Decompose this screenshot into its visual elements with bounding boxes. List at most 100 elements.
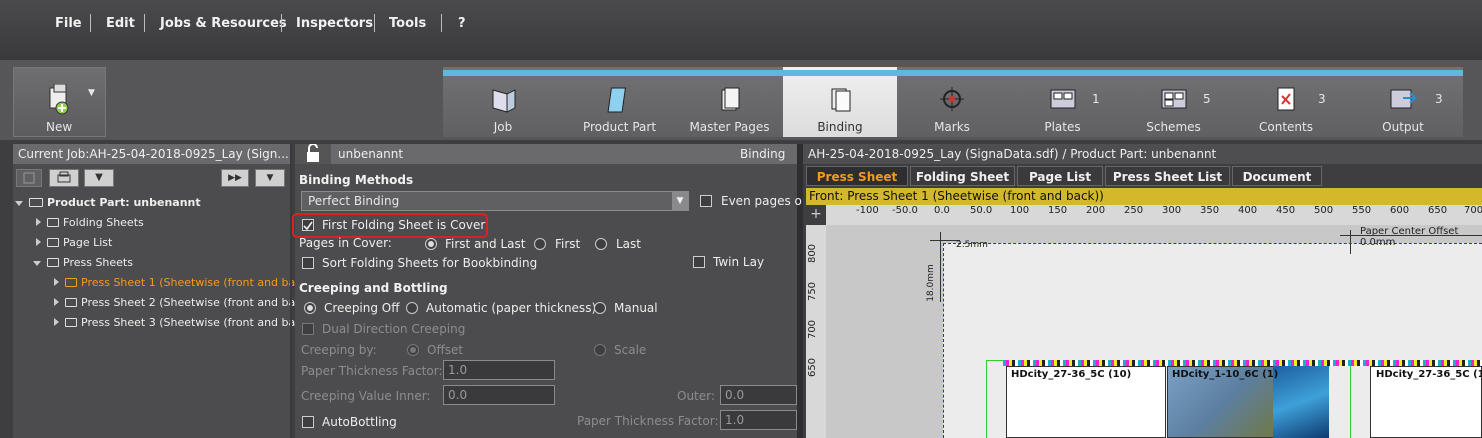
autobottling-checkbox[interactable] <box>302 416 314 428</box>
tree-item-press-sheet-1[interactable]: Press Sheet 1 (Sheetwise (front and back <box>54 276 308 289</box>
expand-icon[interactable] <box>36 238 41 246</box>
menu-edit[interactable]: Edit <box>106 16 135 31</box>
subtab-document[interactable]: Document <box>1232 166 1322 186</box>
last-radio[interactable] <box>595 238 607 250</box>
expand-icon[interactable] <box>15 201 23 206</box>
tab-binding[interactable]: Binding <box>783 67 897 137</box>
collapse-button[interactable]: ▼ <box>255 169 285 187</box>
autobottling-label: AutoBottling <box>322 415 397 429</box>
ruler-tick: 200 <box>1086 205 1106 216</box>
tab-master-pages[interactable]: Master Pages <box>676 67 783 137</box>
ruler-tick: 50.0 <box>970 205 993 216</box>
menu-inspectors[interactable]: Inspectors <box>296 16 373 31</box>
paper-thickness-label: Paper Thickness Factor: <box>301 364 443 378</box>
tree-item-folding-sheets[interactable]: Folding Sheets <box>36 216 144 229</box>
even-pages-checkbox[interactable] <box>700 195 712 207</box>
preview-header: AH-25-04-2018-0925_Lay (SignaData.sdf) /… <box>803 144 1482 164</box>
save-button[interactable] <box>16 169 42 187</box>
first-label: First <box>555 237 581 251</box>
tab-output[interactable]: 3 Output <box>1343 67 1463 137</box>
current-job-header: Current Job:AH-25-04-2018-0925_Lay (Sign… <box>13 144 292 164</box>
expand-icon[interactable] <box>54 278 59 286</box>
first-sheet-cover-checkbox[interactable] <box>302 219 314 231</box>
save-icon <box>23 172 35 184</box>
offset-radio[interactable] <box>407 344 419 356</box>
tab-job-label: Job <box>493 120 513 134</box>
tab-contents[interactable]: 3 Contents <box>1229 67 1343 137</box>
ruler-tick: 100 <box>1010 205 1030 216</box>
new-button[interactable]: ▼ New <box>13 67 106 137</box>
panel-divider[interactable] <box>290 144 292 438</box>
menu-file[interactable]: File <box>55 16 82 31</box>
ruler-tick: 0.0 <box>934 205 950 216</box>
menu-help[interactable]: ? <box>458 16 466 31</box>
creeping-bottling-heading: Creeping and Bottling <box>299 281 448 295</box>
image-decoration <box>1273 366 1329 438</box>
tree-item-label: Press Sheet 3 (Sheetwise (front and back <box>81 316 308 329</box>
paper-thickness-input[interactable]: 1.0 <box>443 360 555 380</box>
ruler-origin-icon[interactable]: + <box>806 205 826 225</box>
product-part-icon <box>29 198 43 207</box>
subtab-press-sheet-list[interactable]: Press Sheet List <box>1105 166 1230 186</box>
tree-item-label: Folding Sheets <box>63 216 144 229</box>
menu-separator <box>144 14 145 32</box>
ruler-tick: 250 <box>1124 205 1144 216</box>
folder-icon <box>65 278 77 287</box>
lock-button[interactable] <box>295 144 331 164</box>
sort-folding-sheets-label: Sort Folding Sheets for Bookbinding <box>322 256 538 270</box>
ruler-tick: 600 <box>1390 205 1410 216</box>
tab-contents-label: Contents <box>1259 120 1313 134</box>
trim-line <box>1350 366 1351 438</box>
expand-icon[interactable] <box>36 218 41 226</box>
tab-job[interactable]: Job <box>443 67 563 137</box>
scale-radio[interactable] <box>594 344 606 356</box>
tab-marks[interactable]: Marks <box>897 67 1007 137</box>
binding-method-select[interactable]: Perfect Binding ▼ <box>301 191 689 211</box>
expand-icon[interactable] <box>54 318 59 326</box>
binding-icon <box>831 88 851 112</box>
dual-direction-checkbox[interactable] <box>302 323 314 335</box>
print-button[interactable] <box>49 169 79 187</box>
tree-root-product-part[interactable]: Product Part: unbenannt <box>15 196 201 209</box>
output-icon <box>1390 89 1418 109</box>
subtab-folding-sheet[interactable]: Folding Sheet <box>910 166 1015 186</box>
expand-icon[interactable] <box>54 298 59 306</box>
creeping-off-radio[interactable] <box>304 302 316 314</box>
menu-jobs-resources[interactable]: Jobs & Resources <box>160 16 287 31</box>
manual-radio[interactable] <box>594 302 606 314</box>
sort-folding-sheets-checkbox[interactable] <box>302 257 314 269</box>
tab-schemes[interactable]: 5 Schemes <box>1118 67 1229 137</box>
tab-contents-count: 3 <box>1318 92 1326 106</box>
gripper-dimension-label: 18.0mm <box>925 264 936 302</box>
ruler-tick: 650 <box>807 357 819 378</box>
dropdown-arrow-icon[interactable]: ▼ <box>88 88 95 98</box>
menu-tools[interactable]: Tools <box>389 16 426 31</box>
product-part-icon <box>606 87 626 113</box>
subtab-page-list[interactable]: Page List <box>1017 166 1103 186</box>
twin-lay-checkbox[interactable] <box>693 256 705 268</box>
schemes-icon <box>1161 89 1186 109</box>
ruler-tick: 700 <box>1464 205 1482 216</box>
first-and-last-radio[interactable] <box>425 238 437 250</box>
tab-product-part-label: Product Part <box>582 120 657 134</box>
tab-plates[interactable]: 1 Plates <box>1007 67 1118 137</box>
tab-product-part[interactable]: Product Part <box>563 67 676 137</box>
creeping-by-label: Creeping by: <box>301 343 377 357</box>
tree-menu-button[interactable]: ▼ <box>84 169 114 187</box>
tree-item-press-sheet-3[interactable]: Press Sheet 3 (Sheetwise (front and back <box>54 316 308 329</box>
expand-icon[interactable] <box>33 261 41 266</box>
creeping-outer-input[interactable]: 0.0 <box>720 385 797 405</box>
tree-item-page-list[interactable]: Page List <box>36 236 112 249</box>
forward-button[interactable]: ▶▶ <box>221 169 249 187</box>
creeping-inner-input[interactable]: 0.0 <box>443 385 555 405</box>
tree-item-press-sheet-2[interactable]: Press Sheet 2 (Sheetwise (front and back <box>54 296 308 309</box>
job-tree-panel <box>13 144 292 438</box>
automatic-radio[interactable] <box>406 302 418 314</box>
first-radio[interactable] <box>534 238 546 250</box>
chevron-down-icon[interactable]: ▼ <box>672 192 688 210</box>
master-pages-icon <box>721 87 739 111</box>
subtab-press-sheet[interactable]: Press Sheet <box>806 166 908 186</box>
bottling-thickness-input[interactable]: 1.0 <box>720 410 797 430</box>
manual-label: Manual <box>614 301 658 315</box>
tree-item-press-sheets[interactable]: Press Sheets <box>33 256 133 269</box>
